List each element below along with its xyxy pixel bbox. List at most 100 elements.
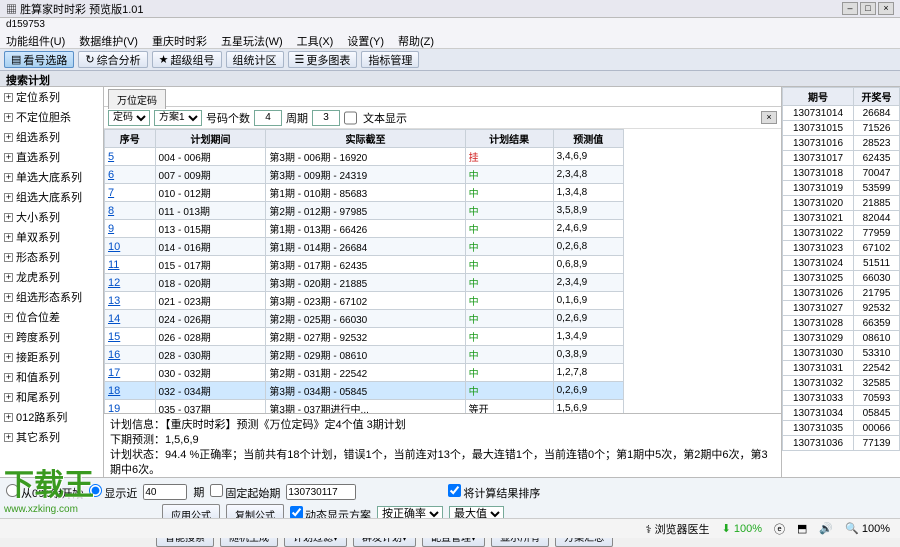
tree-item[interactable]: +012路系列 bbox=[0, 407, 103, 427]
menu-item[interactable]: 五星玩法(W) bbox=[221, 33, 283, 46]
expand-icon[interactable]: + bbox=[4, 193, 13, 202]
tree-item[interactable]: +组选大底系列 bbox=[0, 187, 103, 207]
issue-row[interactable]: 13073103405845 bbox=[783, 406, 900, 421]
zoom-level[interactable]: 🔍 100% bbox=[845, 522, 890, 535]
issue-row[interactable]: 13073101953599 bbox=[783, 181, 900, 196]
tree-item[interactable]: +跨度系列 bbox=[0, 327, 103, 347]
issue-row[interactable]: 13073103053310 bbox=[783, 346, 900, 361]
maximize-button[interactable]: □ bbox=[860, 2, 876, 15]
issue-input[interactable] bbox=[286, 484, 356, 500]
near-input[interactable] bbox=[143, 484, 187, 500]
cycle-input[interactable] bbox=[312, 110, 340, 126]
tree-item[interactable]: +组选系列 bbox=[0, 127, 103, 147]
expand-icon[interactable]: + bbox=[4, 253, 13, 262]
table-row[interactable]: 5004 - 006期第3期 - 006期 - 16920挂3,4,6,9 bbox=[105, 148, 624, 166]
issue-row[interactable]: 13073103232585 bbox=[783, 376, 900, 391]
doctor-icon[interactable]: ⚕ 浏览器医生 bbox=[646, 521, 710, 537]
tb-stats[interactable]: 组统计区 bbox=[226, 51, 284, 68]
expand-icon[interactable]: + bbox=[4, 313, 13, 322]
expand-icon[interactable]: + bbox=[4, 233, 13, 242]
table-row[interactable]: 10014 - 016期第1期 - 014期 - 26684中0,2,6,8 bbox=[105, 238, 624, 256]
expand-icon[interactable]: + bbox=[4, 413, 13, 422]
close-button[interactable]: × bbox=[878, 2, 894, 15]
tb-more-charts[interactable]: ☰更多图表 bbox=[288, 51, 358, 68]
issue-row[interactable]: 13073102021885 bbox=[783, 196, 900, 211]
table-row[interactable]: 6007 - 009期第3期 - 009期 - 24319中2,3,4,8 bbox=[105, 166, 624, 184]
tree-item[interactable]: +其它系列 bbox=[0, 427, 103, 447]
close-panel-icon[interactable]: × bbox=[761, 111, 777, 124]
tree-item[interactable]: +直选系列 bbox=[0, 147, 103, 167]
sort-result-check[interactable]: 将计算结果排序 bbox=[448, 484, 540, 501]
expand-icon[interactable]: + bbox=[4, 93, 13, 102]
tree-item[interactable]: +单选大底系列 bbox=[0, 167, 103, 187]
sound-icon[interactable]: 🔊 bbox=[819, 522, 833, 535]
issue-row[interactable]: 13073102451511 bbox=[783, 256, 900, 271]
issue-row[interactable]: 13073102621795 bbox=[783, 286, 900, 301]
expand-icon[interactable]: + bbox=[4, 173, 13, 182]
expand-icon[interactable]: + bbox=[4, 133, 13, 142]
expand-icon[interactable]: + bbox=[4, 273, 13, 282]
table-row[interactable]: 8011 - 013期第2期 - 012期 - 97985中3,5,8,9 bbox=[105, 202, 624, 220]
menu-item[interactable]: 数据维护(V) bbox=[79, 33, 138, 46]
issue-row[interactable]: 13073102566030 bbox=[783, 271, 900, 286]
table-row[interactable]: 16028 - 030期第2期 - 029期 - 08610中0,3,8,9 bbox=[105, 346, 624, 364]
expand-icon[interactable]: + bbox=[4, 433, 13, 442]
expand-icon[interactable]: + bbox=[4, 353, 13, 362]
issue-row[interactable]: 13073102182044 bbox=[783, 211, 900, 226]
tab-wanwei[interactable]: 万位定码 bbox=[108, 89, 166, 109]
issue-row[interactable]: 13073103500066 bbox=[783, 421, 900, 436]
expand-icon[interactable]: + bbox=[4, 373, 13, 382]
issue-row[interactable]: 13073103370593 bbox=[783, 391, 900, 406]
tree-item[interactable]: +不定位胆杀 bbox=[0, 107, 103, 127]
issue-row[interactable]: 13073103677139 bbox=[783, 436, 900, 451]
tree-item[interactable]: +接距系列 bbox=[0, 347, 103, 367]
menu-item[interactable]: 工具(X) bbox=[297, 33, 334, 46]
tb-indicator[interactable]: 指标管理 bbox=[361, 51, 419, 68]
tree-item[interactable]: +单双系列 bbox=[0, 227, 103, 247]
issue-row[interactable]: 13073102367102 bbox=[783, 241, 900, 256]
tree-item[interactable]: +和尾系列 bbox=[0, 387, 103, 407]
plan-select[interactable]: 方案1 bbox=[154, 110, 202, 126]
tree-item[interactable]: +大小系列 bbox=[0, 207, 103, 227]
table-row[interactable]: 18032 - 034期第3期 - 034期 - 05845中0,2,6,9 bbox=[105, 382, 624, 400]
minimize-button[interactable]: – bbox=[842, 2, 858, 15]
table-row[interactable]: 13021 - 023期第3期 - 023期 - 67102中0,1,6,9 bbox=[105, 292, 624, 310]
menu-item[interactable]: 重庆时时彩 bbox=[152, 33, 207, 46]
issue-row[interactable]: 13073101426684 bbox=[783, 106, 900, 121]
table-row[interactable]: 17030 - 032期第2期 - 031期 - 22542中1,2,7,8 bbox=[105, 364, 624, 382]
num-count-input[interactable] bbox=[254, 110, 282, 126]
table-row[interactable]: 12018 - 020期第3期 - 020期 - 21885中2,3,4,9 bbox=[105, 274, 624, 292]
table-row[interactable]: 14024 - 026期第2期 - 025期 - 66030中0,2,6,9 bbox=[105, 310, 624, 328]
expand-icon[interactable]: + bbox=[4, 393, 13, 402]
expand-icon[interactable]: + bbox=[4, 333, 13, 342]
tree-item[interactable]: +和值系列 bbox=[0, 367, 103, 387]
table-row[interactable]: 15026 - 028期第2期 - 027期 - 92532中1,3,4,9 bbox=[105, 328, 624, 346]
expand-icon[interactable]: + bbox=[4, 113, 13, 122]
issue-row[interactable]: 13073103122542 bbox=[783, 361, 900, 376]
expand-icon[interactable]: + bbox=[4, 293, 13, 302]
tb-super-combo[interactable]: ★超级组号 bbox=[152, 51, 222, 68]
table-row[interactable]: 19035 - 037期第3期 - 037期进行中...等开1,5,6,9 bbox=[105, 400, 624, 414]
dingma-select[interactable]: 定码 bbox=[108, 110, 150, 126]
zoom-indicator[interactable]: ⬇ 100% bbox=[722, 522, 762, 535]
tree-item[interactable]: +龙虎系列 bbox=[0, 267, 103, 287]
issue-row[interactable]: 13073102792532 bbox=[783, 301, 900, 316]
expand-icon[interactable]: + bbox=[4, 153, 13, 162]
tb-analysis[interactable]: ↻综合分析 bbox=[78, 51, 147, 68]
sidebar-tree[interactable]: +定位系列+不定位胆杀+组选系列+直选系列+单选大底系列+组选大底系列+大小系列… bbox=[0, 87, 104, 477]
issue-row[interactable]: 13073102908610 bbox=[783, 331, 900, 346]
issue-row[interactable]: 13073101762435 bbox=[783, 151, 900, 166]
tree-item[interactable]: +组选形态系列 bbox=[0, 287, 103, 307]
text-display-checkbox[interactable] bbox=[344, 110, 357, 126]
table-row[interactable]: 11015 - 017期第3期 - 017期 - 62435中0,6,8,9 bbox=[105, 256, 624, 274]
issue-row[interactable]: 13073102277959 bbox=[783, 226, 900, 241]
tree-item[interactable]: +位合位差 bbox=[0, 307, 103, 327]
menu-item[interactable]: 功能组件(U) bbox=[6, 33, 65, 46]
issue-row[interactable]: 13073102866359 bbox=[783, 316, 900, 331]
expand-icon[interactable]: + bbox=[4, 213, 13, 222]
tree-item[interactable]: +形态系列 bbox=[0, 247, 103, 267]
tree-item[interactable]: +定位系列 bbox=[0, 87, 103, 107]
tb-view-path[interactable]: ▤看号选路 bbox=[4, 51, 74, 68]
menu-item[interactable]: 设置(Y) bbox=[347, 33, 384, 46]
table-row[interactable]: 7010 - 012期第1期 - 010期 - 85683中1,3,4,8 bbox=[105, 184, 624, 202]
